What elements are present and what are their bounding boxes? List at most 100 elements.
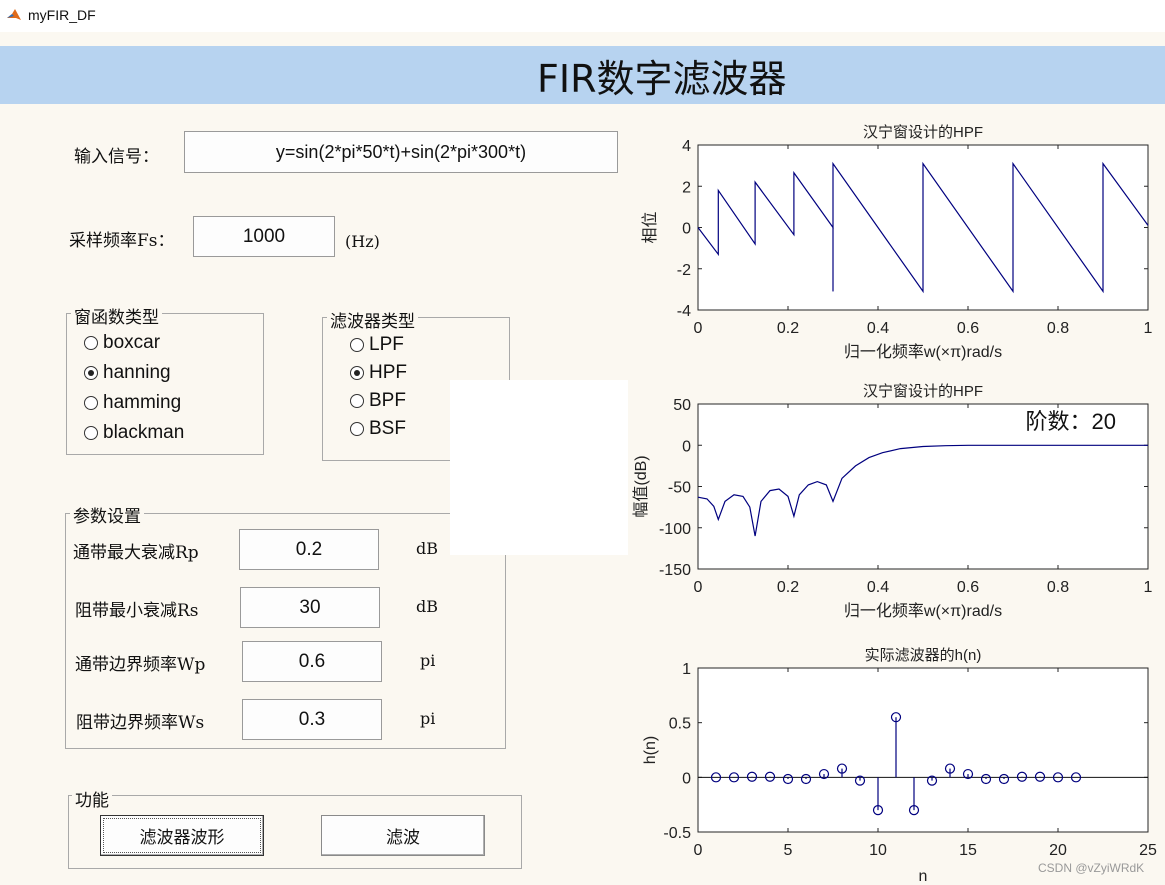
chart-0-xtick-label: 0.6 bbox=[957, 320, 979, 337]
filter-button[interactable]: 滤波 bbox=[321, 815, 485, 856]
radio-boxcar[interactable]: boxcar bbox=[84, 332, 160, 354]
radio-indicator bbox=[84, 426, 98, 440]
radio-boxcar-label: boxcar bbox=[103, 332, 161, 353]
radio-hpf[interactable]: HPF bbox=[350, 362, 407, 384]
chart-2-stem-marker bbox=[980, 773, 992, 785]
chart-2-stem-marker bbox=[908, 805, 920, 816]
chart-1-annotation: 阶数：20 bbox=[1026, 409, 1116, 434]
input-signal-field[interactable]: y=sin(2*pi*50*t)+sin(2*pi*300*t) bbox=[184, 131, 618, 173]
chart-0-axes-box bbox=[697, 144, 1149, 311]
chart-2-stem-marker bbox=[836, 763, 848, 774]
chart-0-xtick-label: 0 bbox=[694, 320, 703, 337]
chart-2-stem-marker bbox=[764, 771, 776, 782]
input-signal-label: 输入信号： bbox=[74, 147, 159, 167]
filter-type-title: 滤波器类型 bbox=[327, 307, 418, 332]
rs-unit: dB bbox=[416, 597, 438, 616]
chart-2-xtick-label: 5 bbox=[784, 842, 793, 859]
chart-2-stem-marker bbox=[818, 768, 830, 780]
ws-label: 阻带边界频率Ws bbox=[76, 713, 205, 733]
chart-1-ytick-label: 0 bbox=[682, 438, 691, 455]
chart-1-title: 汉宁窗设计的HPF bbox=[863, 382, 983, 400]
rs-field[interactable]: 30 bbox=[240, 587, 380, 628]
chart-0-ytick-label: 2 bbox=[682, 179, 691, 196]
chart-2-stem-marker bbox=[782, 773, 794, 785]
sampling-rate-field[interactable]: 1000 bbox=[193, 216, 335, 257]
radio-hamming[interactable]: hamming bbox=[84, 392, 181, 414]
chart-0-title: 汉宁窗设计的HPF bbox=[863, 123, 983, 141]
radio-bpf[interactable]: BPF bbox=[350, 390, 406, 412]
chart-1-xtick-label: 1 bbox=[1144, 579, 1153, 596]
chart-1-ytick-label: -100 bbox=[659, 521, 691, 538]
chart-1-xtick-label: 0.8 bbox=[1047, 579, 1069, 596]
window-type-title: 窗函数类型 bbox=[71, 303, 162, 328]
rp-label: 通带最大衰减Rp bbox=[73, 543, 199, 563]
chart-1-axes-box bbox=[697, 403, 1149, 570]
chart-2-stem-marker bbox=[800, 773, 812, 785]
chart-2-stem-marker bbox=[944, 763, 956, 774]
chart-2-xtick-label: 25 bbox=[1139, 842, 1157, 859]
chart-2-ytick-label: 1 bbox=[682, 661, 691, 678]
chart-2-ytick-label: 0 bbox=[682, 770, 691, 787]
radio-bsf-label: BSF bbox=[369, 418, 406, 439]
chart-0-xlabel: 归一化频率w(×π)rad/s bbox=[844, 343, 1002, 361]
radio-blackman[interactable]: blackman bbox=[84, 422, 184, 444]
chart-2-stem-marker bbox=[746, 771, 758, 782]
filter-waveform-button[interactable]: 滤波器波形 bbox=[100, 815, 264, 856]
radio-indicator-selected bbox=[84, 366, 98, 380]
radio-bsf[interactable]: BSF bbox=[350, 418, 406, 440]
rp-unit: dB bbox=[416, 539, 438, 558]
watermark: CSDN @vZyiWRdK bbox=[1038, 861, 1145, 875]
chart-1-ylabel: 幅值(dB) bbox=[632, 455, 650, 517]
matlab-app-icon bbox=[7, 9, 21, 20]
radio-hanning[interactable]: hanning bbox=[84, 362, 171, 384]
chart-2-xtick-label: 20 bbox=[1049, 842, 1067, 859]
chart-2-title: 实际滤波器的h(n) bbox=[865, 647, 982, 664]
chart-2-stem-marker bbox=[872, 805, 884, 816]
radio-lpf-label: LPF bbox=[369, 334, 404, 355]
chart-2-xtick-label: 10 bbox=[869, 842, 887, 859]
chart-2-stem-marker bbox=[1070, 772, 1082, 783]
radio-indicator bbox=[350, 422, 364, 436]
chart-2-stem-marker bbox=[1034, 771, 1046, 782]
chart-1-ytick-label: 50 bbox=[673, 397, 691, 414]
window-title: myFIR_DF bbox=[28, 7, 96, 23]
ws-field[interactable]: 0.3 bbox=[242, 699, 382, 740]
functions-title: 功能 bbox=[72, 786, 112, 811]
chart-2-axes-box bbox=[697, 667, 1149, 833]
chart-2-stem-marker bbox=[890, 712, 902, 723]
chart-1-xtick-label: 0.6 bbox=[957, 579, 979, 596]
chart-0-ytick-label: 0 bbox=[682, 221, 691, 238]
ws-unit: pi bbox=[420, 709, 436, 728]
radio-lpf[interactable]: LPF bbox=[350, 334, 404, 356]
chart-2-stem-marker bbox=[854, 775, 866, 786]
params-title: 参数设置 bbox=[70, 502, 144, 527]
chart-0-ytick-label: 4 bbox=[682, 138, 691, 155]
chart-2-ytick-label: -0.5 bbox=[663, 825, 691, 842]
radio-bpf-label: BPF bbox=[369, 390, 406, 411]
chart-0-ytick-label: -4 bbox=[677, 303, 691, 320]
radio-hanning-label: hanning bbox=[103, 362, 171, 383]
chart-2-stem-marker bbox=[998, 773, 1010, 785]
chart-1-xtick-label: 0.4 bbox=[867, 579, 889, 596]
radio-hpf-label: HPF bbox=[369, 362, 407, 383]
radio-indicator bbox=[84, 336, 98, 350]
sampling-rate-label: 采样频率Fs： bbox=[69, 231, 175, 251]
chart-1-xtick-label: 0 bbox=[694, 579, 703, 596]
chart-0-ylabel: 相位 bbox=[641, 211, 659, 243]
chart-2-xtick-label: 0 bbox=[694, 842, 703, 859]
radio-hamming-label: hamming bbox=[103, 392, 182, 413]
chart-2-ytick-label: 0.5 bbox=[669, 716, 691, 733]
chart-2-stem-marker bbox=[962, 768, 974, 780]
rp-field[interactable]: 0.2 bbox=[239, 529, 379, 570]
chart-2-stem-marker bbox=[710, 772, 722, 783]
blank-overlay bbox=[450, 380, 628, 555]
chart-2-stem-marker bbox=[728, 772, 740, 783]
wp-unit: pi bbox=[420, 651, 436, 670]
chart-0-series-line bbox=[697, 161, 1149, 294]
chart-0-xtick-label: 0.2 bbox=[777, 320, 799, 337]
window-titlebar: myFIR_DF bbox=[0, 0, 1165, 32]
sampling-rate-unit: (Hz) bbox=[345, 232, 380, 251]
chart-1-xtick-label: 0.2 bbox=[777, 579, 799, 596]
wp-field[interactable]: 0.6 bbox=[242, 641, 382, 682]
chart-2-stem-marker bbox=[1052, 772, 1064, 783]
